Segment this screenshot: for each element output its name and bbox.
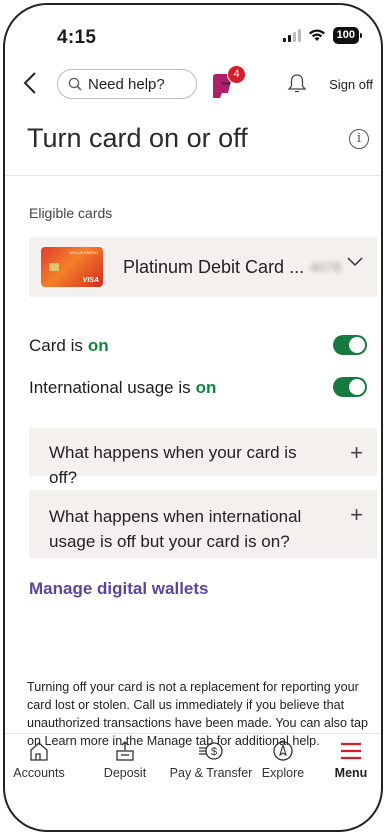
- tab-menu[interactable]: Menu: [325, 740, 377, 780]
- international-toggle-switch[interactable]: [333, 377, 367, 397]
- header-divider: [5, 175, 381, 176]
- battery-icon: 100: [332, 27, 363, 44]
- card-selector[interactable]: WELLS FARGO VISA Platinum Debit Card ...…: [29, 237, 377, 297]
- card-chip: [49, 263, 59, 271]
- pay-transfer-icon: $: [199, 742, 223, 760]
- card-name: Platinum Debit Card ...: [123, 256, 305, 277]
- card-toggle-switch[interactable]: [333, 335, 367, 355]
- top-nav: Need help? 4 Sign off: [5, 65, 381, 109]
- tab-menu-label: Menu: [334, 766, 368, 780]
- status-bar: 4:15 100: [5, 5, 381, 65]
- tab-pay-transfer[interactable]: $ Pay & Transfer: [165, 740, 257, 780]
- accordion-international-off-label: What happens when international usage is…: [49, 507, 302, 551]
- card-number-masked: 4076: [310, 259, 342, 275]
- back-chevron-icon[interactable]: [23, 71, 37, 100]
- signal-icon: [282, 29, 301, 42]
- card-network-logo: VISA: [82, 277, 99, 284]
- home-icon: [30, 742, 48, 761]
- tab-explore-label: Explore: [261, 766, 305, 780]
- card-status-row: Card is on: [29, 331, 377, 361]
- plus-icon: +: [350, 440, 363, 465]
- svg-text:$: $: [211, 746, 217, 758]
- page-title: Turn card on or off: [27, 123, 248, 153]
- compass-icon: [273, 741, 293, 761]
- international-usage-label: International usage is: [29, 378, 191, 397]
- eligible-cards-heading: Eligible cards: [29, 205, 113, 221]
- card-brand-art: WELLS FARGO: [69, 250, 98, 255]
- deposit-icon: [116, 741, 134, 761]
- status-time: 4:15: [57, 27, 97, 48]
- accordion-card-off[interactable]: What happens when your card is off? +: [29, 428, 377, 487]
- info-icon[interactable]: i: [349, 129, 369, 149]
- tab-accounts-label: Accounts: [13, 766, 65, 780]
- tab-deposit[interactable]: Deposit: [95, 740, 155, 780]
- sign-off-link[interactable]: Sign off: [329, 77, 373, 92]
- tab-deposit-label: Deposit: [103, 766, 147, 780]
- search-input[interactable]: Need help?: [57, 69, 197, 99]
- menu-icon: [341, 742, 361, 760]
- chevron-down-icon: [347, 257, 363, 267]
- search-icon: [68, 77, 82, 91]
- bell-icon[interactable]: [287, 73, 307, 100]
- international-usage-row: International usage is on: [29, 373, 377, 403]
- tab-explore[interactable]: Explore: [253, 740, 313, 780]
- debit-card-image: WELLS FARGO VISA: [41, 247, 103, 287]
- plus-icon: +: [350, 502, 363, 527]
- notification-badge: 4: [227, 65, 246, 84]
- bottom-tab-bar: Accounts Deposit $ Pay & Transfer Explor…: [5, 733, 381, 794]
- accordion-international-off[interactable]: What happens when international usage is…: [29, 490, 377, 558]
- card-status-label: Card is: [29, 336, 83, 355]
- tab-accounts[interactable]: Accounts: [9, 740, 69, 780]
- accordion-card-off-label: What happens when your card is off?: [49, 443, 297, 487]
- search-placeholder: Need help?: [88, 75, 165, 93]
- international-usage-value: on: [195, 378, 217, 397]
- card-status-value: on: [87, 336, 109, 355]
- tab-pay-transfer-label: Pay & Transfer: [169, 766, 253, 780]
- phone-frame: 4:15 100 Need help? 4 Sign off Turn card…: [3, 3, 383, 832]
- fargo-assistant-button[interactable]: 4: [210, 65, 246, 99]
- status-icons: 100: [282, 27, 363, 44]
- wifi-icon: [308, 29, 325, 41]
- manage-digital-wallets-link[interactable]: Manage digital wallets: [29, 579, 209, 599]
